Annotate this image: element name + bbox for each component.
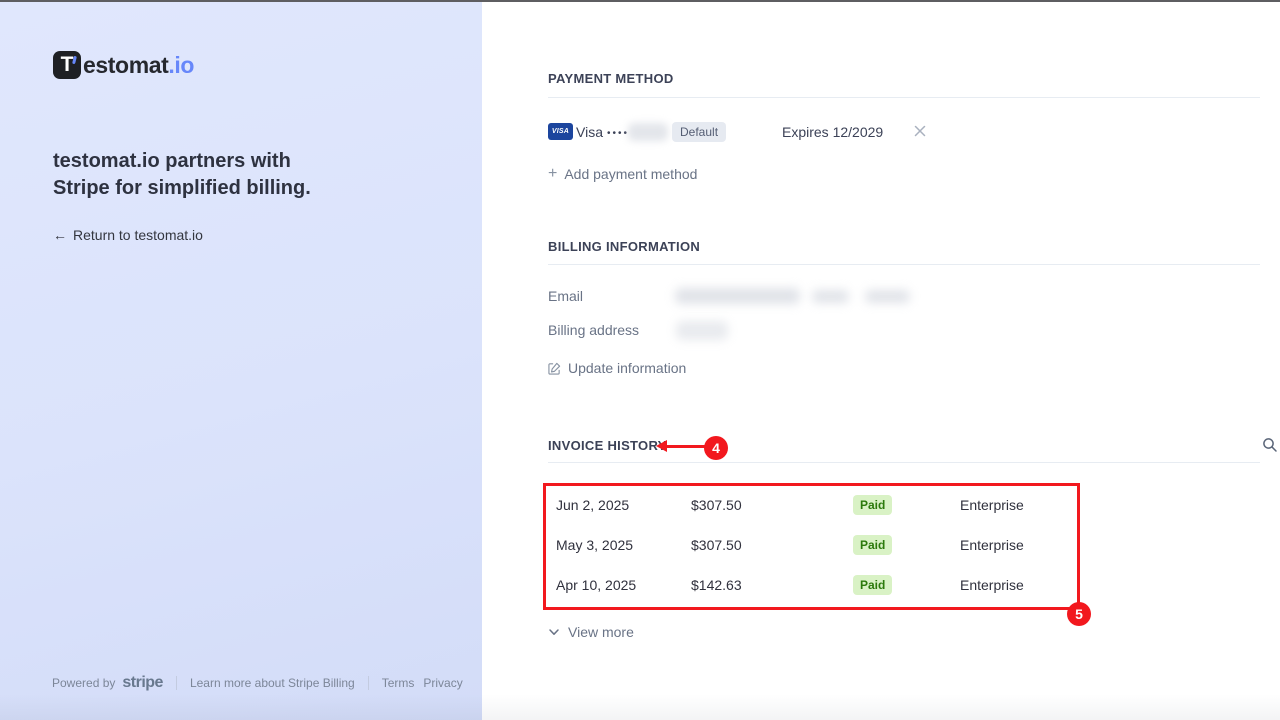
invoice-row[interactable]: May 3, 2025 $307.50 Paid Enterprise bbox=[482, 537, 1280, 557]
view-more-button[interactable]: View more bbox=[548, 624, 634, 640]
invoice-plan: Enterprise bbox=[960, 497, 1024, 513]
testomat-logo[interactable]: T estomat.io bbox=[53, 51, 194, 79]
headline-line2: Stripe for simplified billing. bbox=[53, 175, 373, 202]
view-more-label: View more bbox=[568, 624, 634, 640]
testomat-logo-mark: T bbox=[53, 51, 81, 79]
invoice-row[interactable]: Apr 10, 2025 $142.63 Paid Enterprise bbox=[482, 577, 1280, 597]
email-label: Email bbox=[548, 288, 583, 304]
privacy-link[interactable]: Privacy bbox=[423, 676, 462, 690]
annotation-arrow-line bbox=[666, 445, 708, 448]
logo-name: estomat bbox=[83, 52, 168, 78]
edit-icon bbox=[548, 362, 561, 375]
billing-portal-main: PAYMENT METHOD VISA Visa •••• Default Exp… bbox=[482, 0, 1280, 720]
invoice-history-title: INVOICE HISTORY bbox=[548, 438, 667, 453]
logo-wordmark: estomat.io bbox=[83, 52, 194, 79]
chevron-down-icon bbox=[548, 626, 560, 638]
footer-divider bbox=[176, 676, 177, 690]
email-value-redacted bbox=[812, 290, 849, 303]
stripe-logo[interactable]: stripe bbox=[122, 674, 163, 692]
default-badge: Default bbox=[672, 122, 726, 142]
search-icon[interactable] bbox=[1262, 437, 1278, 453]
card-masked-dots: •••• bbox=[607, 128, 629, 139]
card-last4-redacted bbox=[628, 123, 668, 141]
annotation-badge-5: 5 bbox=[1067, 602, 1091, 626]
billing-information-title: BILLING INFORMATION bbox=[548, 239, 700, 254]
learn-more-link[interactable]: Learn more about Stripe Billing bbox=[190, 676, 355, 690]
invoice-amount: $142.63 bbox=[691, 577, 742, 593]
terms-link[interactable]: Terms bbox=[382, 676, 415, 690]
update-information-button[interactable]: Update information bbox=[548, 360, 686, 376]
return-link-label: Return to testomat.io bbox=[73, 227, 203, 243]
section-divider bbox=[548, 97, 1260, 98]
status-badge: Paid bbox=[853, 535, 892, 555]
powered-by-label: Powered by bbox=[52, 676, 115, 690]
invoice-date: May 3, 2025 bbox=[556, 537, 633, 553]
email-value-redacted bbox=[675, 288, 800, 304]
update-information-label: Update information bbox=[568, 360, 686, 376]
billing-address-label: Billing address bbox=[548, 322, 639, 338]
invoice-row[interactable]: Jun 2, 2025 $307.50 Paid Enterprise bbox=[482, 497, 1280, 517]
sidebar: T estomat.io testomat.io partners with S… bbox=[0, 0, 482, 720]
window-top-border bbox=[0, 0, 1280, 2]
partner-headline: testomat.io partners with Stripe for sim… bbox=[53, 148, 373, 202]
invoice-plan: Enterprise bbox=[960, 537, 1024, 553]
logo-letter: T bbox=[61, 54, 74, 75]
visa-card-icon-text: VISA bbox=[552, 128, 569, 135]
invoice-plan: Enterprise bbox=[960, 577, 1024, 593]
address-value-redacted bbox=[676, 321, 728, 340]
sidebar-footer: Powered by stripe Learn more about Strip… bbox=[52, 674, 463, 692]
logo-blue-tick bbox=[72, 56, 77, 64]
visa-card-icon: VISA bbox=[548, 123, 573, 140]
invoice-amount: $307.50 bbox=[691, 497, 742, 513]
footer-divider bbox=[368, 676, 369, 690]
invoice-date: Jun 2, 2025 bbox=[556, 497, 629, 513]
add-payment-method-label: Add payment method bbox=[564, 166, 697, 182]
payment-method-title: PAYMENT METHOD bbox=[548, 71, 674, 86]
status-badge: Paid bbox=[853, 575, 892, 595]
card-expiry: Expires 12/2029 bbox=[782, 124, 883, 140]
card-brand-name: Visa bbox=[576, 124, 603, 140]
status-badge: Paid bbox=[853, 495, 892, 515]
section-divider bbox=[548, 462, 1260, 463]
section-divider bbox=[548, 264, 1260, 265]
plus-icon: + bbox=[548, 165, 557, 183]
invoice-amount: $307.50 bbox=[691, 537, 742, 553]
invoice-date: Apr 10, 2025 bbox=[556, 577, 636, 593]
back-arrow-icon: ← bbox=[53, 227, 67, 243]
annotation-badge-4: 4 bbox=[704, 436, 728, 460]
return-link[interactable]: ← Return to testomat.io bbox=[53, 227, 203, 243]
logo-suffix: .io bbox=[168, 52, 194, 78]
email-value-redacted bbox=[865, 290, 910, 303]
remove-card-icon[interactable] bbox=[912, 123, 928, 139]
card-brand-label: Visa •••• bbox=[576, 124, 629, 140]
headline-line1: testomat.io partners with bbox=[53, 148, 373, 175]
add-payment-method-button[interactable]: + Add payment method bbox=[548, 165, 697, 183]
